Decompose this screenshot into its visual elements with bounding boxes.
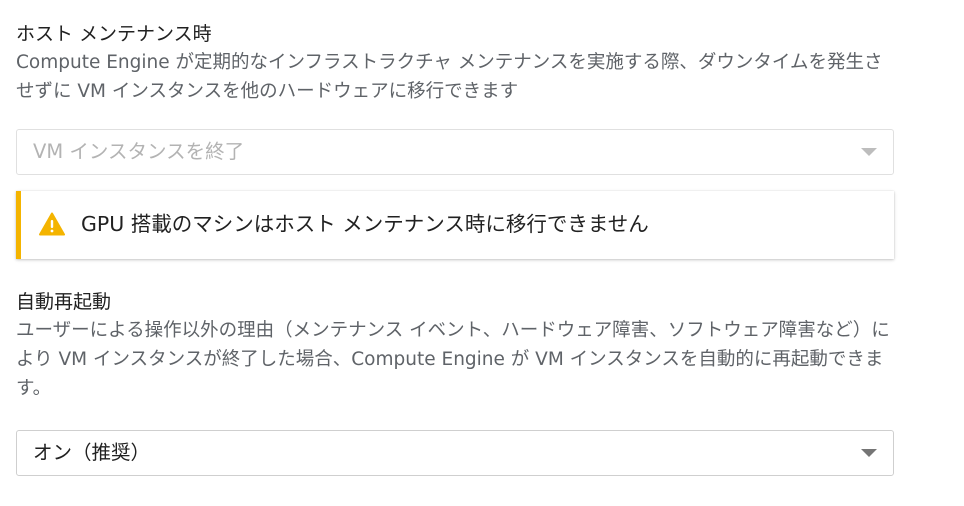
- auto-restart-title: 自動再起動: [16, 291, 112, 313]
- auto-restart-section: 自動再起動 ユーザーによる操作以外の理由（メンテナンス イベント、ハードウェア障…: [16, 288, 896, 403]
- host-maintenance-description: Compute Engine が定期的なインフラストラクチャ メンテナンスを実施…: [16, 52, 883, 102]
- host-maintenance-select-value: VM インスタンスを終了: [33, 140, 245, 163]
- auto-restart-select[interactable]: オン（推奨）: [16, 430, 894, 476]
- chevron-down-icon: [861, 449, 877, 457]
- host-maintenance-title: ホスト メンテナンス時: [16, 23, 212, 45]
- host-maintenance-select[interactable]: VM インスタンスを終了: [16, 129, 894, 175]
- auto-restart-description: ユーザーによる操作以外の理由（メンテナンス イベント、ハードウェア障害、ソフトウ…: [16, 320, 890, 399]
- warning-text: GPU 搭載のマシンはホスト メンテナンス時に移行できません: [81, 212, 649, 236]
- vm-availability-settings: ホスト メンテナンス時 Compute Engine が定期的なインフラストラク…: [0, 0, 964, 506]
- gpu-migration-warning: GPU 搭載のマシンはホスト メンテナンス時に移行できません: [16, 191, 894, 259]
- warning-icon: [39, 212, 65, 236]
- chevron-down-icon: [861, 148, 877, 156]
- host-maintenance-section: ホスト メンテナンス時 Compute Engine が定期的なインフラストラク…: [16, 20, 896, 106]
- auto-restart-select-value: オン（推奨）: [33, 441, 151, 464]
